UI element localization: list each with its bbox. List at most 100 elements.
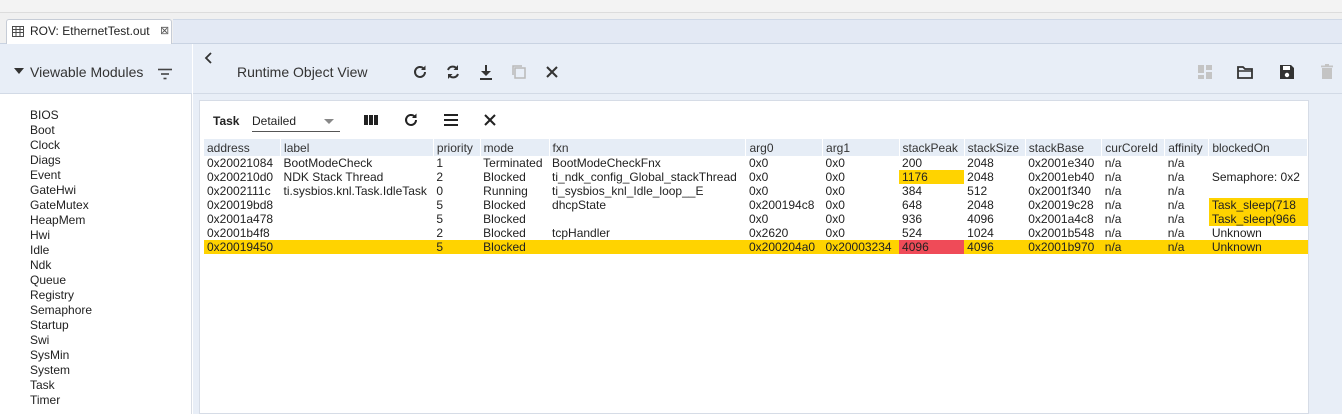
viewable-modules-title[interactable]: Viewable Modules xyxy=(30,64,143,80)
cell-address: 0x200210d0 xyxy=(207,170,274,184)
folder-open-icon[interactable] xyxy=(1236,63,1254,81)
module-item[interactable]: SysMin xyxy=(30,348,92,363)
module-item[interactable]: Queue xyxy=(30,273,92,288)
back-icon[interactable] xyxy=(201,50,215,66)
column-header-stackPeak[interactable]: stackPeak xyxy=(899,139,965,156)
cell-blockedOn: Task_sleep(966 xyxy=(1208,212,1308,226)
cell-affinity: n/a xyxy=(1167,198,1185,212)
cell-priority: 5 xyxy=(436,212,444,226)
cell-affinity: n/a xyxy=(1167,226,1185,240)
module-item[interactable]: GateHwi xyxy=(30,183,92,198)
table-row[interactable]: 0x2001a478 5 Blocked 0x0 0x0 936 4096 0x2001a4c… xyxy=(204,212,1308,226)
cell-priority: 2 xyxy=(436,170,444,184)
clone-icon[interactable] xyxy=(510,63,528,81)
menu-icon[interactable] xyxy=(442,111,460,129)
close-view-icon[interactable] xyxy=(481,111,499,129)
cell-stackBase: 0x2001b548 xyxy=(1028,226,1095,240)
cell-fxn: ti_sysbios_knl_Idle_loop__E xyxy=(552,184,704,198)
cell-curCoreId: n/a xyxy=(1104,198,1122,212)
cell-stackPeak: 200 xyxy=(902,156,923,170)
cell-address: 0x2002111c xyxy=(207,184,271,198)
table-row[interactable]: 0x2002111c ti.sysbios.knl.Task.IdleTask 0 R… xyxy=(204,184,1308,198)
continuous-refresh-icon[interactable] xyxy=(444,63,462,81)
module-item[interactable]: Event xyxy=(30,168,92,183)
column-header-mode[interactable]: mode xyxy=(480,139,550,156)
cell-arg1: 0x0 xyxy=(825,156,845,170)
column-header-arg1[interactable]: arg1 xyxy=(822,139,900,156)
module-item[interactable]: BIOS xyxy=(30,108,92,123)
close-icon[interactable] xyxy=(543,63,561,81)
module-item[interactable]: Startup xyxy=(30,318,92,333)
refresh-icon[interactable] xyxy=(411,63,429,81)
cell-arg0: 0x200194c8 xyxy=(748,198,815,212)
refresh-view-icon[interactable] xyxy=(402,111,420,129)
table-header-row: address label priority mode fxn arg0 arg1 stack… xyxy=(204,139,1308,156)
module-name-label: Task xyxy=(213,114,240,128)
table-row[interactable]: 0x2001b4f8 2 Blocked tcpHandler 0x2620 0x0 524… xyxy=(204,226,1308,240)
module-item[interactable]: Task xyxy=(30,378,92,393)
cell-stackBase: 0x2001b970 xyxy=(1025,240,1102,254)
cell-stackBase: 0x2001f340 xyxy=(1028,184,1091,198)
cell-mode: Blocked xyxy=(483,170,526,184)
table-row[interactable]: 0x200210d0 NDK Stack Thread 2 Blocked ti_ndk… xyxy=(204,170,1308,184)
rov-title: Runtime Object View xyxy=(237,64,368,80)
module-item[interactable]: Hwi xyxy=(30,228,92,243)
module-item[interactable]: System xyxy=(30,363,92,378)
module-item[interactable]: HeapMem xyxy=(30,213,92,228)
module-item[interactable]: Diags xyxy=(30,153,92,168)
cell-stackSize: 4096 xyxy=(964,240,1026,254)
save-icon[interactable] xyxy=(1278,63,1296,81)
cell-curCoreId: n/a xyxy=(1104,226,1122,240)
column-header-fxn[interactable]: fxn xyxy=(549,139,747,156)
module-item[interactable]: GateMutex xyxy=(30,198,92,213)
column-header-curCoreId[interactable]: curCoreId xyxy=(1101,139,1166,156)
view-mode-select[interactable]: Detailed xyxy=(252,111,340,132)
table-icon xyxy=(12,26,24,37)
cell-stackSize: 4096 xyxy=(967,212,994,226)
column-header-stackSize[interactable]: stackSize xyxy=(964,139,1026,156)
column-header-priority[interactable]: priority xyxy=(433,139,481,156)
cell-arg0: 0x0 xyxy=(748,212,769,226)
table-row[interactable]: 0x20019bd8 5 Blocked dhcpState 0x200194c8 0x0… xyxy=(204,198,1308,212)
module-item[interactable]: Timer xyxy=(30,393,92,408)
column-header-blockedOn[interactable]: blockedOn xyxy=(1208,139,1308,156)
column-header-address[interactable]: address xyxy=(204,139,282,156)
column-header-label[interactable]: label xyxy=(280,139,434,156)
cell-priority: 5 xyxy=(436,198,444,212)
columns-icon[interactable] xyxy=(362,111,380,129)
dashboard-icon[interactable] xyxy=(1196,63,1214,81)
module-item[interactable]: Clock xyxy=(30,138,92,153)
editor-tab-rov[interactable]: ROV: EthernetTest.out ⊠ xyxy=(6,19,172,44)
module-item[interactable]: Registry xyxy=(30,288,92,303)
module-item[interactable]: Swi xyxy=(30,333,92,348)
cell-label xyxy=(280,240,434,254)
column-header-arg0[interactable]: arg0 xyxy=(745,139,824,156)
task-table: address label priority mode fxn arg0 arg1 stack… xyxy=(204,139,1308,254)
module-item[interactable]: Idle xyxy=(30,243,92,258)
viewable-modules-header: Viewable Modules xyxy=(0,44,192,94)
filter-icon[interactable] xyxy=(157,68,173,80)
cell-fxn: tcpHandler xyxy=(552,226,611,240)
cell-priority: 5 xyxy=(433,240,481,254)
column-header-stackBase[interactable]: stackBase xyxy=(1025,139,1103,156)
download-icon[interactable] xyxy=(477,63,495,81)
module-item[interactable]: Semaphore xyxy=(30,303,92,318)
cell-blockedOn xyxy=(1209,184,1308,198)
collapse-caret-icon[interactable] xyxy=(14,68,24,74)
module-item[interactable]: Ndk xyxy=(30,258,92,273)
delete-icon[interactable] xyxy=(1318,63,1336,81)
cell-affinity: n/a xyxy=(1167,156,1185,170)
tab-close-icon[interactable]: ⊠ xyxy=(160,20,169,43)
module-item[interactable]: Boot xyxy=(30,123,92,138)
cell-priority: 2 xyxy=(436,226,444,240)
cell-blockedOn: Unknown xyxy=(1211,226,1262,240)
top-border xyxy=(0,0,1342,13)
cell-label: BootModeCheck xyxy=(283,156,373,170)
cell-fxn: ti_ndk_config_Global_stackThread xyxy=(552,170,737,184)
column-header-affinity[interactable]: affinity xyxy=(1164,139,1210,156)
cell-fxn xyxy=(549,212,746,226)
cell-arg1: 0x0 xyxy=(825,170,845,184)
cell-affinity: n/a xyxy=(1167,212,1185,226)
table-row[interactable]: 0x20019450 5 Blocked 0x200204a0 0x20003234 40… xyxy=(204,240,1308,254)
table-row[interactable]: 0x20021084 BootModeCheck 1 Terminated BootMo… xyxy=(204,156,1308,170)
